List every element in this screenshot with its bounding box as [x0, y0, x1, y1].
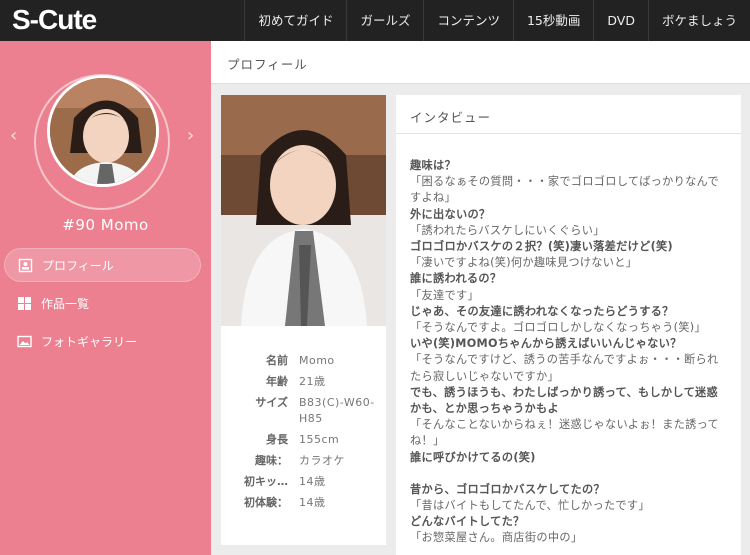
- profile-info: 名前 Momo 年齢 21歳 サイズ B83(C)-W60-H85 身長 155…: [221, 353, 386, 516]
- profile-value: 21歳: [299, 375, 326, 388]
- sidebar-item-photo-gallery[interactable]: フォトギャラリー: [4, 324, 201, 358]
- profile-photo[interactable]: [221, 95, 386, 326]
- interview-answer: 「そうなんですよ。ゴロゴロしかしなくなっちゃう(笑)」: [410, 321, 706, 335]
- avatar: [47, 75, 159, 187]
- interview-answer: 「そんなことないからねぇ！迷惑じゃないよぉ！また誘ってね！」: [410, 418, 720, 448]
- nav-item-boke[interactable]: ボケましょう: [647, 0, 750, 41]
- chevron-left-icon[interactable]: ‹: [10, 125, 17, 146]
- profile-icon: [18, 258, 33, 272]
- sidebar-item-label: プロフィール: [42, 258, 114, 273]
- interview-title: インタビュー: [396, 95, 741, 134]
- profile-card: 名前 Momo 年齢 21歳 サイズ B83(C)-W60-H85 身長 155…: [221, 95, 386, 545]
- profile-key: サイズ: [255, 396, 288, 409]
- sidebar-item-label: 作品一覧: [41, 296, 90, 311]
- sidebar-item-label: フォトギャラリー: [41, 334, 138, 349]
- profile-value: 14歳: [299, 475, 326, 488]
- nav-item-guide[interactable]: 初めてガイド: [244, 0, 346, 41]
- page-header: プロフィール: [211, 41, 750, 84]
- profile-key: 初キッ…: [244, 475, 288, 488]
- grid-icon: [18, 296, 31, 310]
- interview-question: 誰に誘われるの？: [410, 272, 502, 286]
- profile-value: 14歳: [299, 496, 326, 509]
- profile-key: 趣味：: [255, 454, 288, 467]
- nav-item-dvd[interactable]: DVD: [593, 0, 648, 41]
- interview-question: どんなバイトしてた？: [410, 515, 525, 529]
- interview-answer: 「誘われたらバスケしにいくぐらい」: [410, 223, 605, 237]
- interview-answer: 「困るなぁその質問・・・家でゴロゴロしてばっかりなんですよね」: [410, 175, 720, 205]
- profile-key: 身長: [266, 433, 288, 446]
- profile-key: 名前: [266, 354, 288, 367]
- profile-row-first-experience: 初体験： 14歳: [221, 495, 386, 511]
- top-navbar: S-Cute 初めてガイド ガールズ コンテンツ 15秒動画 DVD ボケましょ…: [0, 0, 750, 41]
- nav-item-15sec-video[interactable]: 15秒動画: [512, 0, 593, 41]
- interview-answer: 「友達です」: [410, 288, 479, 302]
- page-title: プロフィール: [227, 57, 308, 72]
- profile-row-first-kiss: 初キッ… 14歳: [221, 474, 386, 490]
- sidebar-item-works[interactable]: 作品一覧: [4, 286, 201, 320]
- interview-question: でも、誘うほうも、わたしばっかり誘って、もしかして迷惑かも、とか思っちゃうかもよ: [410, 385, 719, 416]
- interview-answer: 「昔はバイトもしてたんで、忙しかったです」: [410, 499, 650, 513]
- interview-question: じゃあ、その友達に誘われなくなったらどうする？: [410, 304, 674, 318]
- profile-row-size: サイズ B83(C)-W60-H85: [221, 395, 386, 427]
- interview-question: 趣味は？: [410, 159, 456, 172]
- interview-question: 昔から、ゴロゴロかバスケしてたの？: [410, 482, 605, 496]
- photo-icon: [17, 335, 32, 347]
- interview-answer: 「お惣菜屋さん。商店街の中の」: [410, 531, 583, 545]
- interview-question: 誰に呼びかけてるの(笑): [410, 450, 536, 464]
- chevron-right-icon[interactable]: ›: [187, 125, 194, 146]
- profile-key: 年齢: [266, 375, 288, 388]
- main-nav: 初めてガイド ガールズ コンテンツ 15秒動画 DVD ボケましょう: [244, 0, 750, 41]
- profile-value: 155cm: [299, 433, 340, 446]
- interview-question: いや(笑)MOMOちゃんから誘えばいいんじゃない？: [410, 337, 682, 351]
- interview-body: 趣味は？ 「困るなぁその質問・・・家でゴロゴロしてばっかりなんですよね」外に出ない…: [396, 134, 741, 547]
- nav-item-girls[interactable]: ガールズ: [346, 0, 423, 41]
- sidebar-menu: プロフィール 作品一覧 フォトギャラリー: [0, 248, 211, 362]
- profile-row-name: 名前 Momo: [221, 353, 386, 369]
- nav-item-contents[interactable]: コンテンツ: [423, 0, 513, 41]
- profile-value: B83(C)-W60-H85: [299, 396, 375, 425]
- interview-answer: 「凄いですよね(笑)何か趣味見つけないと」: [410, 256, 638, 270]
- site-logo[interactable]: S-Cute: [12, 3, 97, 37]
- profile-row-height: 身長 155cm: [221, 432, 386, 448]
- profile-row-hobby: 趣味： カラオケ: [221, 453, 386, 469]
- profile-value: Momo: [299, 354, 335, 367]
- sidebar-item-profile[interactable]: プロフィール: [4, 248, 201, 282]
- interview-gap: [410, 466, 727, 482]
- interview-question: ゴロゴロかバスケの２択？(笑)凄い落差だけど(笑): [410, 240, 673, 254]
- profile-key: 初体験：: [244, 496, 288, 509]
- interview-card: インタビュー 趣味は？ 「困るなぁその質問・・・家でゴロゴロしてばっかりなんですよ…: [396, 95, 741, 555]
- model-name: #90 Momo: [62, 216, 149, 234]
- profile-photo-image: [221, 95, 386, 326]
- profile-row-age: 年齢 21歳: [221, 374, 386, 390]
- interview-question: 外に出ないの？: [410, 207, 491, 221]
- profile-value: カラオケ: [299, 454, 345, 467]
- interview-answer: 「そうなんですけど、誘うの苦手なんですよぉ・・・断られたら寂しいじゃないですか」: [410, 353, 719, 383]
